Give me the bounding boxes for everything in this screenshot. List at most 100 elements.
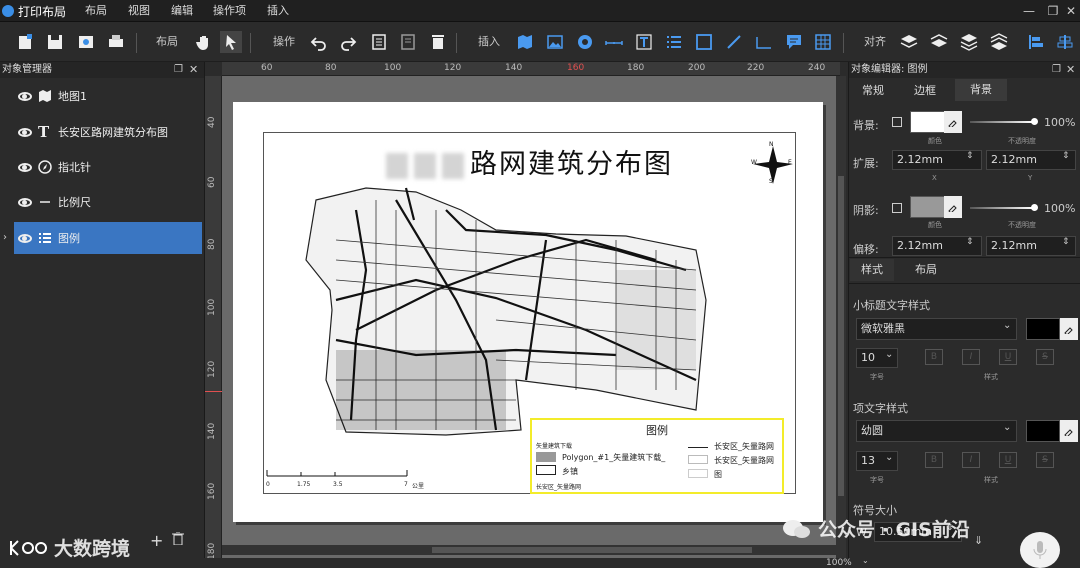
layer-top-icon[interactable] bbox=[958, 31, 980, 53]
tab-general[interactable]: 常规 bbox=[850, 80, 896, 102]
opacity-slider[interactable] bbox=[970, 207, 1032, 209]
insert-rectangle-icon[interactable] bbox=[693, 31, 715, 53]
align-label: 对齐 bbox=[864, 35, 886, 48]
layer-item-legend[interactable]: 图例 bbox=[14, 222, 202, 254]
pan-hand-icon[interactable] bbox=[193, 31, 215, 53]
road-network-map[interactable] bbox=[296, 180, 716, 442]
menu-layout[interactable]: 布局 bbox=[85, 0, 107, 22]
panel-float-icon[interactable]: ❐ bbox=[174, 64, 183, 75]
eyedropper-icon[interactable] bbox=[944, 111, 962, 133]
opacity-slider[interactable] bbox=[970, 121, 1032, 123]
menu-edit[interactable]: 编辑 bbox=[171, 0, 193, 22]
subtitle-font-select[interactable]: 微软雅黑 bbox=[856, 318, 1017, 340]
eyedropper-icon[interactable] bbox=[944, 196, 962, 218]
underline-button[interactable]: U bbox=[999, 349, 1017, 365]
panel-close-icon[interactable]: ✕ bbox=[1066, 63, 1075, 76]
insert-line-icon[interactable] bbox=[723, 31, 745, 53]
legend-group-label: 矢量建筑下载 bbox=[536, 443, 573, 450]
subtitle-color-swatch[interactable] bbox=[1026, 318, 1060, 340]
expand-chevron-icon[interactable]: › bbox=[3, 232, 7, 243]
map-title[interactable]: 路网建筑分布图 bbox=[386, 142, 673, 181]
visibility-eye-icon[interactable] bbox=[18, 233, 32, 243]
redo-icon[interactable] bbox=[337, 31, 359, 53]
shadow-checkbox[interactable] bbox=[892, 203, 902, 213]
insert-legend-icon[interactable] bbox=[663, 31, 685, 53]
item-font-select[interactable]: 幼圆 bbox=[856, 420, 1017, 442]
print-icon[interactable] bbox=[105, 31, 127, 53]
background-checkbox[interactable] bbox=[892, 117, 902, 127]
italic-button[interactable]: I bbox=[962, 452, 980, 468]
visibility-eye-icon[interactable] bbox=[18, 197, 32, 207]
chevron-down-icon[interactable]: ⌄ bbox=[1003, 320, 1011, 331]
chevron-down-icon[interactable]: ⌄ bbox=[885, 452, 893, 463]
insert-picture-icon[interactable] bbox=[544, 31, 566, 53]
layer-item-map1[interactable]: 地图1 bbox=[14, 80, 202, 112]
layer-lower-icon[interactable] bbox=[928, 31, 950, 53]
strikethrough-button[interactable]: S bbox=[1036, 349, 1054, 365]
opacity-slider-handle[interactable] bbox=[1031, 204, 1038, 211]
eyedropper-icon[interactable] bbox=[1060, 318, 1078, 340]
new-icon[interactable] bbox=[14, 31, 36, 53]
vertical-scrollbar[interactable] bbox=[836, 76, 846, 568]
menu-insert[interactable]: 插入 bbox=[267, 0, 289, 22]
insert-north-arrow-icon[interactable] bbox=[574, 31, 596, 53]
visibility-eye-icon[interactable] bbox=[18, 127, 32, 137]
delete-object-icon[interactable] bbox=[172, 531, 184, 548]
tab-layout[interactable]: 布局 bbox=[902, 259, 950, 281]
spin-arrows-icon[interactable]: ⇕ bbox=[1062, 151, 1070, 161]
layer-bottom-icon[interactable] bbox=[988, 31, 1010, 53]
align-left-icon[interactable] bbox=[1025, 31, 1047, 53]
legend-item-label: 长安区_矢量路网 bbox=[714, 442, 774, 451]
strikethrough-button[interactable]: S bbox=[1036, 452, 1054, 468]
shadow-label: 阴影: bbox=[853, 204, 879, 217]
insert-comment-icon[interactable] bbox=[783, 31, 805, 53]
microphone-icon[interactable] bbox=[1020, 532, 1060, 568]
layer-item-north-arrow[interactable]: 指北针 bbox=[14, 151, 202, 183]
horizontal-scrollbar[interactable] bbox=[222, 545, 840, 555]
delete-trash-icon[interactable] bbox=[427, 31, 449, 53]
scale-bar[interactable] bbox=[265, 466, 415, 478]
panel-close-icon[interactable]: ✕ bbox=[189, 63, 198, 76]
spin-arrows-icon[interactable]: ⇕ bbox=[1062, 237, 1070, 247]
menu-actions[interactable]: 操作项 bbox=[213, 0, 246, 22]
layer-item-scalebar[interactable]: 比例尺 bbox=[14, 186, 202, 218]
italic-button[interactable]: I bbox=[962, 349, 980, 365]
minimize-icon[interactable]: — bbox=[1020, 2, 1038, 20]
eyedropper-icon[interactable] bbox=[1060, 420, 1078, 442]
layer-raise-icon[interactable] bbox=[898, 31, 920, 53]
insert-table-icon[interactable] bbox=[812, 31, 834, 53]
select-arrow-icon[interactable] bbox=[220, 31, 242, 53]
insert-map-icon[interactable] bbox=[514, 31, 536, 53]
chevron-down-icon[interactable]: ⌄ bbox=[885, 349, 893, 360]
chevron-down-icon[interactable]: ⌄ bbox=[1003, 422, 1011, 433]
spin-arrows-icon[interactable]: ⇕ bbox=[966, 237, 974, 247]
visibility-eye-icon[interactable] bbox=[18, 162, 32, 172]
align-center-icon[interactable] bbox=[1054, 31, 1076, 53]
insert-scalebar-icon[interactable] bbox=[603, 31, 625, 53]
export-image-icon[interactable] bbox=[75, 31, 97, 53]
tab-style[interactable]: 样式 bbox=[850, 259, 894, 281]
bold-button[interactable]: B bbox=[925, 349, 943, 365]
item-color-swatch[interactable] bbox=[1026, 420, 1060, 442]
opacity-slider-handle[interactable] bbox=[1031, 118, 1038, 125]
menu-view[interactable]: 视图 bbox=[128, 0, 150, 22]
copy-doc-icon[interactable] bbox=[368, 31, 390, 53]
layer-item-title-text[interactable]: T 长安区路网建筑分布图 bbox=[14, 116, 202, 148]
paste-doc-icon[interactable] bbox=[397, 31, 419, 53]
restore-icon[interactable]: ❐ bbox=[1044, 2, 1062, 20]
save-icon[interactable] bbox=[44, 31, 66, 53]
insert-polyline-icon[interactable] bbox=[753, 31, 775, 53]
bold-button[interactable]: B bbox=[925, 452, 943, 468]
visibility-eye-icon[interactable] bbox=[18, 91, 32, 101]
panel-float-icon[interactable]: ❐ bbox=[1052, 64, 1061, 75]
undo-icon[interactable] bbox=[308, 31, 330, 53]
spin-arrows-icon[interactable]: ⇕ bbox=[966, 151, 974, 161]
tab-background[interactable]: 背景 bbox=[955, 79, 1007, 101]
chevron-down-icon[interactable]: ⌄ bbox=[862, 556, 869, 565]
tab-border[interactable]: 边框 bbox=[902, 80, 948, 102]
add-object-icon[interactable]: + bbox=[150, 531, 163, 550]
underline-button[interactable]: U bbox=[999, 452, 1017, 468]
close-icon[interactable]: ✕ bbox=[1062, 2, 1080, 20]
link-ratio-icon[interactable]: ⇓ bbox=[974, 534, 983, 547]
insert-text-icon[interactable] bbox=[633, 31, 655, 53]
